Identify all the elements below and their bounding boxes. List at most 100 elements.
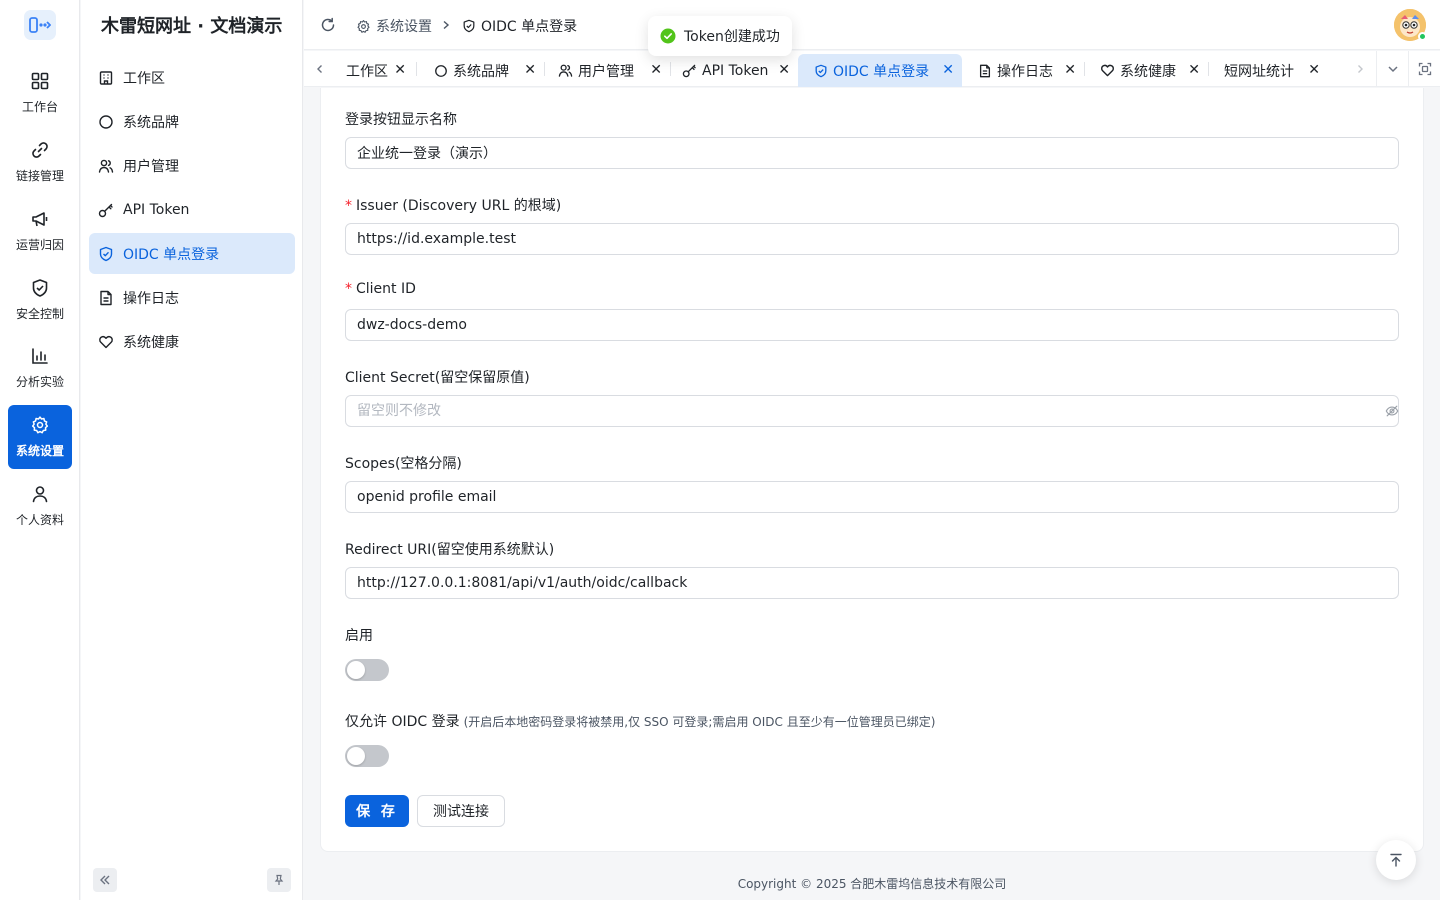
rail-item-settings[interactable]: 系统设置 bbox=[8, 405, 72, 469]
tab-users[interactable]: 用户管理 ✕ bbox=[546, 54, 670, 87]
close-icon[interactable]: ✕ bbox=[942, 62, 954, 78]
menu-item-label: OIDC 单点登录 bbox=[123, 246, 220, 263]
bar-chart-icon bbox=[32, 348, 48, 364]
required-mark: * bbox=[345, 198, 352, 214]
back-to-top-button[interactable] bbox=[1376, 840, 1416, 880]
refresh-icon bbox=[321, 17, 335, 32]
menu-item-users[interactable]: 用户管理 bbox=[89, 145, 295, 186]
shield-check-icon bbox=[32, 279, 48, 297]
label-text: 启用 bbox=[345, 628, 373, 644]
label-text: Client Secret(留空保留原值) bbox=[345, 370, 530, 386]
online-status-dot bbox=[1418, 32, 1427, 41]
app-rail: 工作台 链接管理 运营归因 安全控制 分析实验 系统设置 个人资料 bbox=[0, 0, 80, 900]
menu-item-branding[interactable]: 系统品牌 bbox=[89, 101, 295, 142]
close-icon[interactable]: ✕ bbox=[394, 62, 406, 78]
toggle-secret-visibility[interactable] bbox=[1385, 404, 1399, 418]
tabs-dropdown-button[interactable] bbox=[1376, 51, 1408, 87]
refresh-button[interactable] bbox=[320, 17, 336, 33]
test-connection-button[interactable]: 测试连接 bbox=[417, 795, 505, 827]
pin-icon bbox=[274, 874, 284, 885]
breadcrumb-current: OIDC 单点登录 bbox=[462, 16, 577, 36]
menu-item-oidc[interactable]: OIDC 单点登录 bbox=[89, 233, 295, 274]
rail-item-security[interactable]: 安全控制 bbox=[8, 268, 72, 332]
menu-item-label: 操作日志 bbox=[123, 290, 179, 307]
gear-icon bbox=[31, 416, 49, 434]
oidc-settings-form: 登录按钮显示名称 *Issuer (Discovery URL 的根域) *Cl… bbox=[320, 88, 1424, 852]
scopes-input[interactable] bbox=[345, 481, 1399, 513]
tab-label: 操作日志 bbox=[997, 63, 1053, 80]
menu-item-health[interactable]: 系统健康 bbox=[89, 321, 295, 362]
menu-item-label: 系统品牌 bbox=[123, 114, 179, 131]
tab-label: 系统健康 bbox=[1120, 63, 1176, 80]
close-icon[interactable]: ✕ bbox=[1064, 62, 1076, 78]
top-header: 系统设置 OIDC 单点登录 bbox=[304, 0, 1440, 50]
avatar[interactable] bbox=[1394, 9, 1427, 41]
tab-label: 工作区 bbox=[346, 63, 388, 80]
menu-item-audit-log[interactable]: 操作日志 bbox=[89, 277, 295, 318]
issuer-input[interactable] bbox=[345, 223, 1399, 255]
tab-short-url-stats[interactable]: 短网址统计 ✕ bbox=[1212, 54, 1328, 87]
tab-label: 短网址统计 bbox=[1224, 63, 1294, 80]
rail-item-operations[interactable]: 运营归因 bbox=[8, 199, 72, 263]
redirect-uri-input[interactable] bbox=[345, 567, 1399, 599]
pin-sidebar-button[interactable] bbox=[267, 868, 291, 892]
label-text: 仅允许 OIDC 登录 bbox=[345, 714, 460, 730]
client-id-input[interactable] bbox=[345, 309, 1399, 341]
rail-item-workbench[interactable]: 工作台 bbox=[8, 61, 72, 125]
tab-branding[interactable]: 系统品牌 ✕ bbox=[422, 54, 544, 87]
shield-check-icon bbox=[99, 246, 113, 261]
rail-item-profile[interactable]: 个人资料 bbox=[8, 474, 72, 538]
tab-separator bbox=[1084, 62, 1085, 76]
tabs-scroll-right-button[interactable] bbox=[1344, 51, 1376, 87]
breadcrumb-parent[interactable]: 系统设置 bbox=[356, 16, 432, 36]
tab-oidc[interactable]: OIDC 单点登录 ✕ bbox=[798, 54, 962, 87]
chevron-down-icon bbox=[1387, 66, 1398, 73]
tab-workspace[interactable]: 工作区 ✕ bbox=[336, 54, 414, 87]
rail-item-links[interactable]: 链接管理 bbox=[8, 130, 72, 194]
tab-label: 系统品牌 bbox=[453, 63, 509, 80]
button-name-label: 登录按钮显示名称 bbox=[345, 109, 457, 129]
breadcrumb-parent-label: 系统设置 bbox=[376, 19, 432, 35]
tabs-scroll-left-button[interactable] bbox=[304, 51, 336, 87]
rail-item-label: 系统设置 bbox=[15, 444, 64, 458]
building-icon bbox=[99, 70, 113, 85]
users-icon bbox=[558, 64, 573, 77]
switch-knob bbox=[347, 747, 365, 765]
enabled-switch[interactable] bbox=[345, 659, 389, 681]
close-icon[interactable]: ✕ bbox=[524, 62, 536, 78]
oidc-only-label: 仅允许 OIDC 登录 (开启后本地密码登录将被禁用,仅 SSO 可登录;需启用 … bbox=[345, 711, 935, 731]
rail-item-label: 工作台 bbox=[21, 100, 58, 114]
double-chevron-left-icon bbox=[100, 875, 110, 885]
collapse-sidebar-button[interactable] bbox=[93, 868, 117, 892]
oidc-only-switch[interactable] bbox=[345, 745, 389, 767]
close-icon[interactable]: ✕ bbox=[1188, 62, 1200, 78]
chevron-right-icon bbox=[1358, 65, 1363, 73]
save-button[interactable]: 保 存 bbox=[345, 795, 409, 827]
link-icon bbox=[32, 142, 48, 158]
logo-icon bbox=[29, 17, 51, 33]
client-secret-input[interactable] bbox=[345, 395, 1399, 427]
close-icon[interactable]: ✕ bbox=[778, 62, 790, 78]
button-name-input[interactable] bbox=[345, 137, 1399, 169]
tab-api-token[interactable]: API Token ✕ bbox=[670, 54, 798, 87]
chevron-left-icon bbox=[317, 65, 322, 73]
users-icon bbox=[98, 159, 114, 173]
tab-separator bbox=[416, 62, 417, 76]
client-secret-label: Client Secret(留空保留原值) bbox=[345, 367, 530, 387]
chevron-right-icon bbox=[443, 20, 450, 30]
close-icon[interactable]: ✕ bbox=[650, 62, 662, 78]
menu-item-label: 系统健康 bbox=[123, 334, 179, 351]
app-logo[interactable] bbox=[24, 10, 56, 40]
toast-message: Token创建成功 bbox=[684, 29, 780, 45]
menu-item-api-token[interactable]: API Token bbox=[89, 189, 295, 230]
tab-health[interactable]: 系统健康 ✕ bbox=[1088, 54, 1208, 87]
menu-item-workspace[interactable]: 工作区 bbox=[89, 57, 295, 98]
shield-check-icon bbox=[815, 64, 827, 77]
tab-separator bbox=[1208, 62, 1209, 76]
tab-audit-log[interactable]: 操作日志 ✕ bbox=[964, 54, 1084, 87]
fullscreen-button[interactable] bbox=[1408, 51, 1440, 87]
rail-item-analytics[interactable]: 分析实验 bbox=[8, 336, 72, 400]
menu-item-label: 工作区 bbox=[123, 70, 165, 87]
close-icon[interactable]: ✕ bbox=[1308, 62, 1320, 78]
rail-item-label: 链接管理 bbox=[15, 169, 64, 183]
